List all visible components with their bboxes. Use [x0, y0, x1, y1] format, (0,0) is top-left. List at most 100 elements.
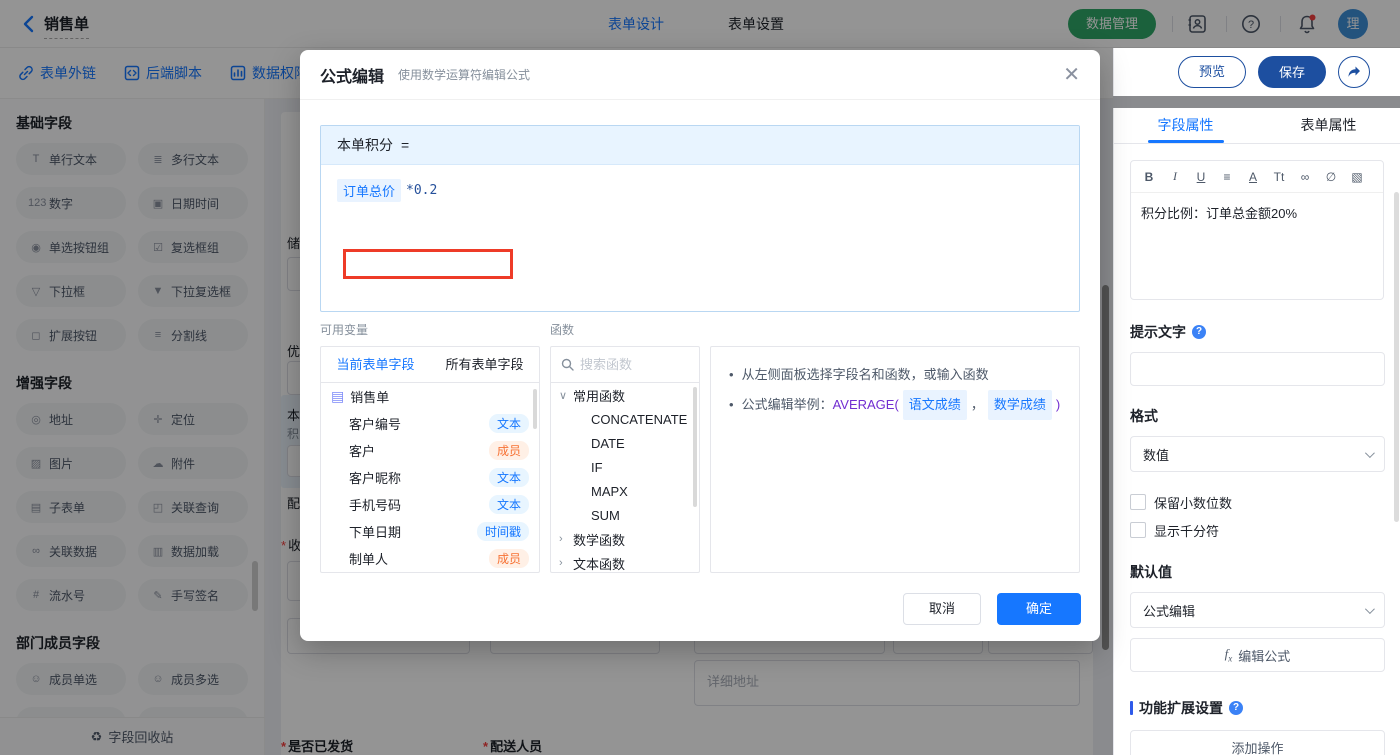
remove-link-icon[interactable]: ∅: [1319, 170, 1343, 184]
comma: ，: [970, 396, 984, 412]
formula-literal[interactable]: *0.2: [406, 183, 437, 198]
checkbox-label: 显示千分符: [1154, 523, 1220, 539]
section-label: 功能扩展设置: [1139, 700, 1223, 716]
share-arrow-icon: [1348, 66, 1360, 77]
edit-formula-button[interactable]: fx 编辑公式: [1130, 638, 1385, 672]
example-field-chip: 语文成绩: [902, 389, 967, 421]
function-row[interactable]: ∨ 常用函数: [551, 383, 699, 407]
checkbox-row[interactable]: 保留小数位数: [1130, 488, 1384, 516]
annotation-highlight-box: [343, 249, 513, 279]
right-action-bar: 预览 保存: [1113, 48, 1400, 96]
help-icon[interactable]: ?: [1229, 701, 1243, 715]
tip-line-1: • 从左侧面板选择字段名和函数，或输入函数: [729, 361, 1061, 390]
variables-scrollbar[interactable]: [533, 389, 537, 429]
default-value-select[interactable]: 公式编辑: [1130, 592, 1385, 628]
panel-scrollbar[interactable]: [1394, 192, 1399, 522]
example-function-close: ): [1055, 396, 1061, 412]
function-label: MAPX: [591, 483, 628, 499]
close-icon[interactable]: ✕: [1063, 65, 1080, 85]
field-description-text[interactable]: 积分比例：订单总金额20%: [1131, 193, 1383, 232]
richtext-editor[interactable]: B I U ≡ A Tt ∞ ∅ ▧ 积分比例：订单总金额20%: [1130, 160, 1384, 300]
tab-all-form-fields[interactable]: 所有表单字段: [430, 347, 539, 382]
formula-input-area[interactable]: 本单积分 = 订单总价 *0.2: [320, 125, 1080, 312]
format-label: 格式: [1130, 408, 1158, 424]
function-row[interactable]: IF: [551, 455, 699, 479]
tab-field-properties[interactable]: 字段属性: [1114, 108, 1257, 143]
checkbox[interactable]: [1130, 522, 1146, 538]
format-select[interactable]: 数值: [1130, 436, 1385, 472]
function-label: SUM: [591, 507, 620, 523]
select-value: 公式编辑: [1143, 603, 1196, 619]
variable-field-row[interactable]: 手机号码 文本: [321, 491, 539, 518]
function-search[interactable]: [551, 347, 699, 383]
modal-subtitle: 使用数学运算符编辑公式: [398, 68, 531, 82]
tree-chevron-icon: ›: [559, 533, 563, 545]
add-action-button[interactable]: 添加操作: [1130, 730, 1385, 755]
fx-icon: fx: [1224, 646, 1233, 664]
confirm-button[interactable]: 确定: [997, 593, 1081, 625]
variable-name: 制单人: [349, 552, 389, 567]
variable-field-row[interactable]: 制单人 成员: [321, 545, 539, 572]
checkbox[interactable]: [1130, 494, 1146, 510]
align-icon[interactable]: ≡: [1215, 170, 1239, 184]
function-row[interactable]: DATE: [551, 431, 699, 455]
insert-image-icon[interactable]: ▧: [1345, 170, 1369, 184]
form-node-row[interactable]: ▤ 销售单: [321, 383, 539, 410]
italic-icon[interactable]: I: [1163, 169, 1187, 184]
variable-field-row[interactable]: 客户编号 文本: [321, 410, 539, 437]
function-row[interactable]: › 文本函数: [551, 551, 699, 572]
function-row[interactable]: CONCATENATE: [551, 407, 699, 431]
cancel-button[interactable]: 取消: [903, 593, 981, 625]
bullet-dot: •: [729, 367, 734, 382]
example-function-open: AVERAGE(: [832, 396, 899, 412]
variable-type-tag: 文本: [488, 414, 529, 433]
function-label: IF: [591, 459, 603, 475]
variable-type-tag: 文本: [488, 468, 529, 487]
preview-button[interactable]: 预览: [1177, 56, 1246, 88]
equals-sign: =: [401, 137, 410, 153]
variable-field-row[interactable]: 客户昵称 文本: [321, 464, 539, 491]
bullet-dot: •: [729, 396, 734, 412]
hint-text-label: 提示文字 ?: [1130, 322, 1384, 342]
function-label: CONCATENATE: [591, 411, 688, 427]
bold-icon[interactable]: B: [1137, 170, 1161, 184]
example-field-chip: 数学成绩: [987, 389, 1052, 421]
formula-editor-modal: 公式编辑 使用数学运算符编辑公式 ✕ 本单积分 = 订单总价 *0.2 可用变量…: [300, 50, 1100, 641]
function-label: 文本函数: [573, 556, 626, 572]
share-button[interactable]: [1338, 56, 1370, 88]
formula-target-field: 本单积分: [337, 137, 393, 153]
variable-name: 客户: [349, 444, 376, 459]
search-icon: [561, 358, 574, 371]
formula-field-chip[interactable]: 订单总价: [337, 179, 402, 202]
save-button[interactable]: 保存: [1257, 56, 1326, 88]
chevron-down-icon: [1364, 603, 1375, 614]
function-search-input[interactable]: [580, 357, 680, 372]
insert-link-icon[interactable]: ∞: [1293, 170, 1317, 184]
help-icon[interactable]: ?: [1192, 325, 1206, 339]
tip-text: 公式编辑举例：: [741, 396, 833, 412]
chevron-down-icon: [1364, 447, 1375, 458]
checkbox-row[interactable]: 显示千分符: [1130, 516, 1384, 544]
tab-current-form-fields[interactable]: 当前表单字段: [321, 347, 430, 382]
document-icon: ▤: [331, 388, 345, 404]
tab-form-properties[interactable]: 表单属性: [1257, 108, 1400, 143]
button-label: 编辑公式: [1238, 648, 1291, 664]
underline-icon[interactable]: U: [1189, 170, 1213, 184]
hint-text-input[interactable]: [1130, 352, 1385, 386]
tree-chevron-icon: ∨: [559, 389, 568, 402]
variable-field-row[interactable]: 下单日期 时间戳: [321, 518, 539, 545]
function-row[interactable]: › 数学函数: [551, 527, 699, 551]
font-color-icon[interactable]: A: [1241, 170, 1265, 184]
function-row[interactable]: SUM: [551, 503, 699, 527]
function-label: 常用函数: [573, 388, 626, 404]
variable-type-tag: 文本: [488, 495, 529, 514]
variable-field-row[interactable]: 客户 成员: [321, 437, 539, 464]
variable-name: 手机号码: [349, 498, 402, 513]
variable-type-tag: 成员: [488, 441, 529, 460]
font-size-icon[interactable]: Tt: [1267, 170, 1291, 184]
variable-name: 客户编号: [349, 417, 402, 432]
modal-title: 公式编辑: [320, 68, 385, 86]
variable-type-tag: 时间戳: [476, 522, 529, 541]
function-row[interactable]: MAPX: [551, 479, 699, 503]
functions-scrollbar[interactable]: [693, 387, 697, 507]
